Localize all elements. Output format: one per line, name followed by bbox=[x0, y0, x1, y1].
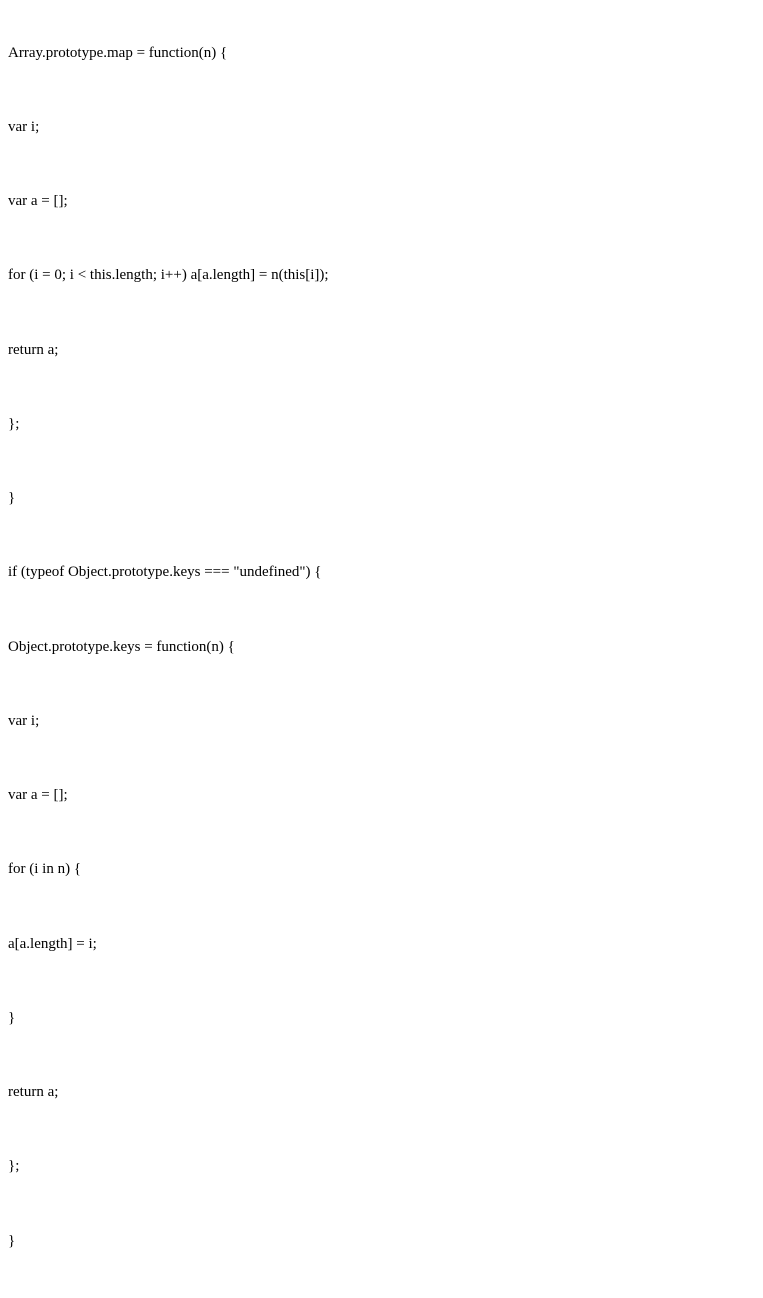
code-line: } bbox=[8, 486, 755, 511]
code-line: Object.prototype.keys = function(n) { bbox=[8, 635, 755, 660]
code-line: Array.prototype.map = function(n) { bbox=[8, 41, 755, 66]
code-line: return a; bbox=[8, 338, 755, 363]
code-line: if (typeof Object.prototype.keys === "un… bbox=[8, 560, 755, 585]
code-line: a[a.length] = i; bbox=[8, 932, 755, 957]
code-block: Array.prototype.map = function(n) { var … bbox=[0, 0, 763, 1298]
code-line: for (i in n) { bbox=[8, 857, 755, 882]
code-line: }; bbox=[8, 1154, 755, 1179]
code-line: } bbox=[8, 1229, 755, 1254]
code-line: var i; bbox=[8, 709, 755, 734]
code-line: } bbox=[8, 1006, 755, 1031]
code-line: var a = []; bbox=[8, 783, 755, 808]
code-line: return a; bbox=[8, 1080, 755, 1105]
code-line: }; bbox=[8, 412, 755, 437]
code-line: for (i = 0; i < this.length; i++) a[a.le… bbox=[8, 263, 755, 288]
code-line: var a = []; bbox=[8, 189, 755, 214]
code-line: var i; bbox=[8, 115, 755, 140]
